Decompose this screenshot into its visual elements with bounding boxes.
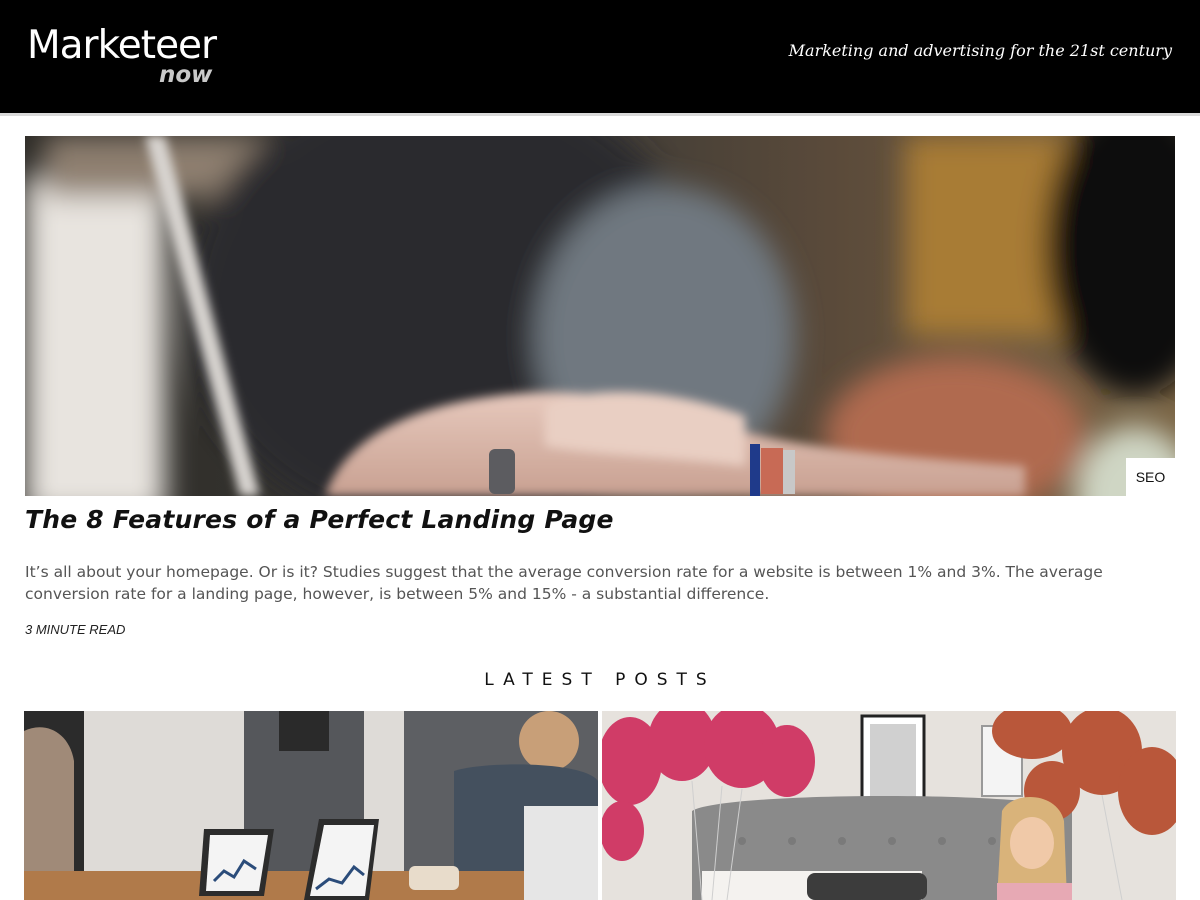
read-time-label: 3 MINUTE READ [25, 622, 126, 637]
logo-sub-text: now [159, 62, 213, 88]
site-header: Marketeer now Marketing and advertising … [0, 0, 1200, 116]
site-tagline: Marketing and advertising for the 21st c… [788, 41, 1172, 60]
site-logo[interactable]: Marketeer now [27, 24, 227, 89]
featured-photo-laptop-typing [25, 136, 1175, 496]
post-photo-balloons-bedroom [602, 711, 1176, 900]
featured-post-title[interactable]: The 8 Features of a Perfect Landing Page [25, 505, 614, 534]
featured-post-excerpt: It’s all about your homepage. Or is it? … [25, 563, 1103, 603]
category-tag[interactable]: SEO [1126, 458, 1175, 496]
latest-posts-heading: LATEST POSTS [484, 670, 716, 690]
latest-post-card[interactable] [24, 711, 598, 900]
post-photo-office-meeting [24, 711, 598, 900]
latest-post-card[interactable] [602, 711, 1176, 900]
featured-post-image[interactable]: SEO [25, 136, 1175, 496]
